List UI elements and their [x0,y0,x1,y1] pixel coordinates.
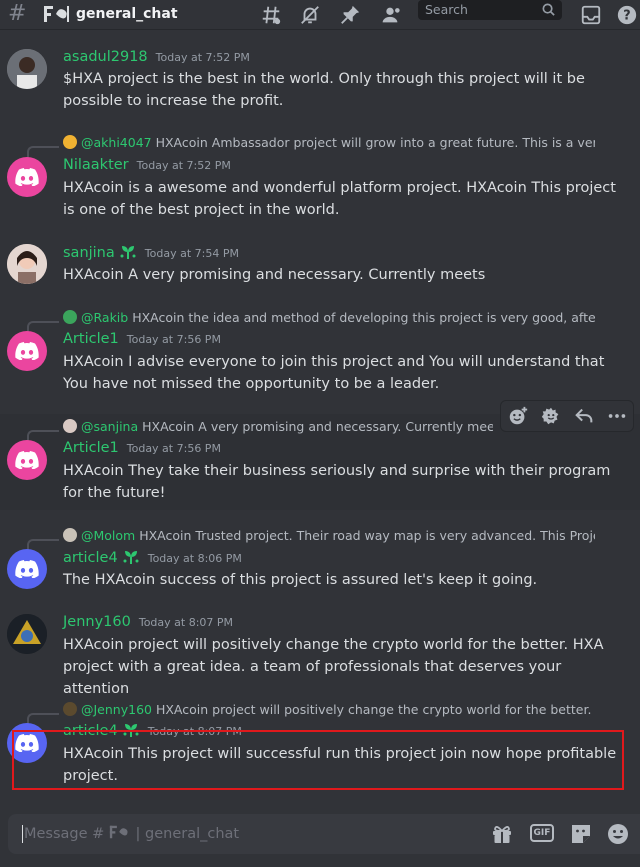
inbox-icon[interactable] [580,4,602,26]
reply-avatar [63,528,77,542]
reply-text: HXAcoin project will positively change t… [155,702,595,717]
reply-text: HXAcoin Trusted project. Their road way … [139,528,595,543]
search-icon [542,3,555,16]
message-header: Article1 Today at 7:56 PM [63,331,221,347]
discord-logo-icon [15,342,39,360]
message-text: HXAcoin project will positively change t… [63,637,604,697]
timestamp: Today at 8:06 PM [147,552,242,565]
avatar[interactable] [7,244,47,284]
message-header: Jenny160 Today at 8:07 PM [63,614,233,630]
avatar[interactable] [7,549,47,589]
reply-preview[interactable]: @Jenny160 HXAcoin project will positivel… [63,701,595,719]
channel-emoji-icon [109,825,128,839]
message-header: Nilaakter Today at 7:52 PM [63,157,231,173]
gif-button[interactable]: GIF [530,824,554,842]
threads-icon[interactable] [260,4,282,26]
reply-preview[interactable]: @akhi4047 HXAcoin Ambassador project wil… [63,134,595,152]
username[interactable]: Article1 [63,440,119,456]
reply-text: HXAcoin the idea and method of developin… [132,310,595,325]
reply-preview[interactable]: @sanjina HXAcoin A very promising and ne… [63,418,493,436]
channel-name: general_chat [76,6,178,22]
reply-mention[interactable]: @sanjina [81,419,138,434]
reply-text: HXAcoin Ambassador project will grow int… [155,135,595,150]
avatar[interactable] [7,331,47,371]
avatar[interactable] [7,49,47,89]
discord-logo-icon [15,560,39,578]
members-icon[interactable] [379,4,401,26]
sprout-badge-icon [123,551,139,564]
channel-header: # general_chat Search ? [0,0,640,30]
reply-icon[interactable] [573,405,595,427]
message-header: sanjina Today at 7:54 PM [63,244,239,261]
sticker-icon[interactable] [569,822,593,846]
sprout-badge-icon [120,246,136,259]
username[interactable]: sanjina [63,245,115,261]
search-input[interactable]: Search [418,0,562,20]
discord-logo-icon [15,168,39,186]
timestamp: Today at 8:07 PM [138,616,234,629]
username[interactable]: Article1 [63,331,119,347]
help-icon[interactable]: ? [616,4,638,26]
reply-mention[interactable]: @akhi4047 [81,135,152,150]
composer-placeholder-channel: | general_chat [130,826,240,842]
username[interactable]: Nilaakter [63,157,129,173]
super-reaction-icon[interactable] [540,405,562,427]
reply-avatar [63,419,77,433]
reply-mention[interactable]: @Molom [81,528,135,543]
discord-logo-icon [15,451,39,469]
reply-preview[interactable]: @Molom HXAcoin Trusted project. Their ro… [63,527,595,545]
hash-icon: # [8,1,27,26]
mute-icon[interactable] [299,4,321,26]
text-caret [22,825,23,843]
timestamp: Today at 7:56 PM [126,442,221,455]
message-header: asadul2918 Today at 7:52 PM [63,49,250,65]
username[interactable]: asadul2918 [63,49,148,65]
message-text: HXAcoin They take their business serious… [63,463,611,501]
highlight-box [12,730,624,790]
search-placeholder: Search [425,2,468,17]
timestamp: Today at 7:52 PM [136,159,231,172]
pin-icon[interactable] [339,4,361,26]
username[interactable]: article4 [63,550,118,566]
composer-placeholder-prefix: Message # [24,826,109,842]
reply-text: HXAcoin A very promising and necessary. … [142,419,493,434]
timestamp: Today at 7:56 PM [126,333,221,346]
message-actions-toolbar [500,400,634,432]
reply-preview[interactable]: @Rakib HXAcoin the idea and method of de… [63,309,595,327]
avatar[interactable] [7,614,47,654]
message-text: The HXAcoin success of this project is a… [63,572,538,588]
timestamp: Today at 7:52 PM [155,51,250,64]
avatar[interactable] [7,440,47,480]
reply-avatar [63,702,77,716]
message-composer[interactable]: Message # | general_chat GIF [8,814,640,854]
message-header: article4 Today at 8:06 PM [63,549,242,566]
reply-avatar [63,135,77,149]
message-header: Article1 Today at 7:56 PM [63,440,221,456]
message-text: HXAcoin I advise everyone to join this p… [63,354,605,392]
gift-icon[interactable] [490,822,514,846]
message-text: HXAcoin A very promising and necessary. … [63,267,486,283]
reply-mention[interactable]: @Jenny160 [81,702,152,717]
message-text: HXAcoin is a awesome and wonderful platf… [63,180,616,218]
username[interactable]: Jenny160 [63,614,131,630]
add-reaction-icon[interactable] [507,405,529,427]
more-icon[interactable] [606,405,628,427]
timestamp: Today at 7:54 PM [144,247,239,260]
message-text: $HXA project is the best in the world. O… [63,71,585,109]
channel-emoji-icon [44,6,69,22]
composer-placeholder: Message # | general_chat [24,825,239,842]
svg-text:?: ? [623,9,630,24]
avatar[interactable] [7,157,47,197]
reply-mention[interactable]: @Rakib [81,310,128,325]
emoji-icon[interactable] [606,822,630,846]
reply-avatar [63,310,77,324]
